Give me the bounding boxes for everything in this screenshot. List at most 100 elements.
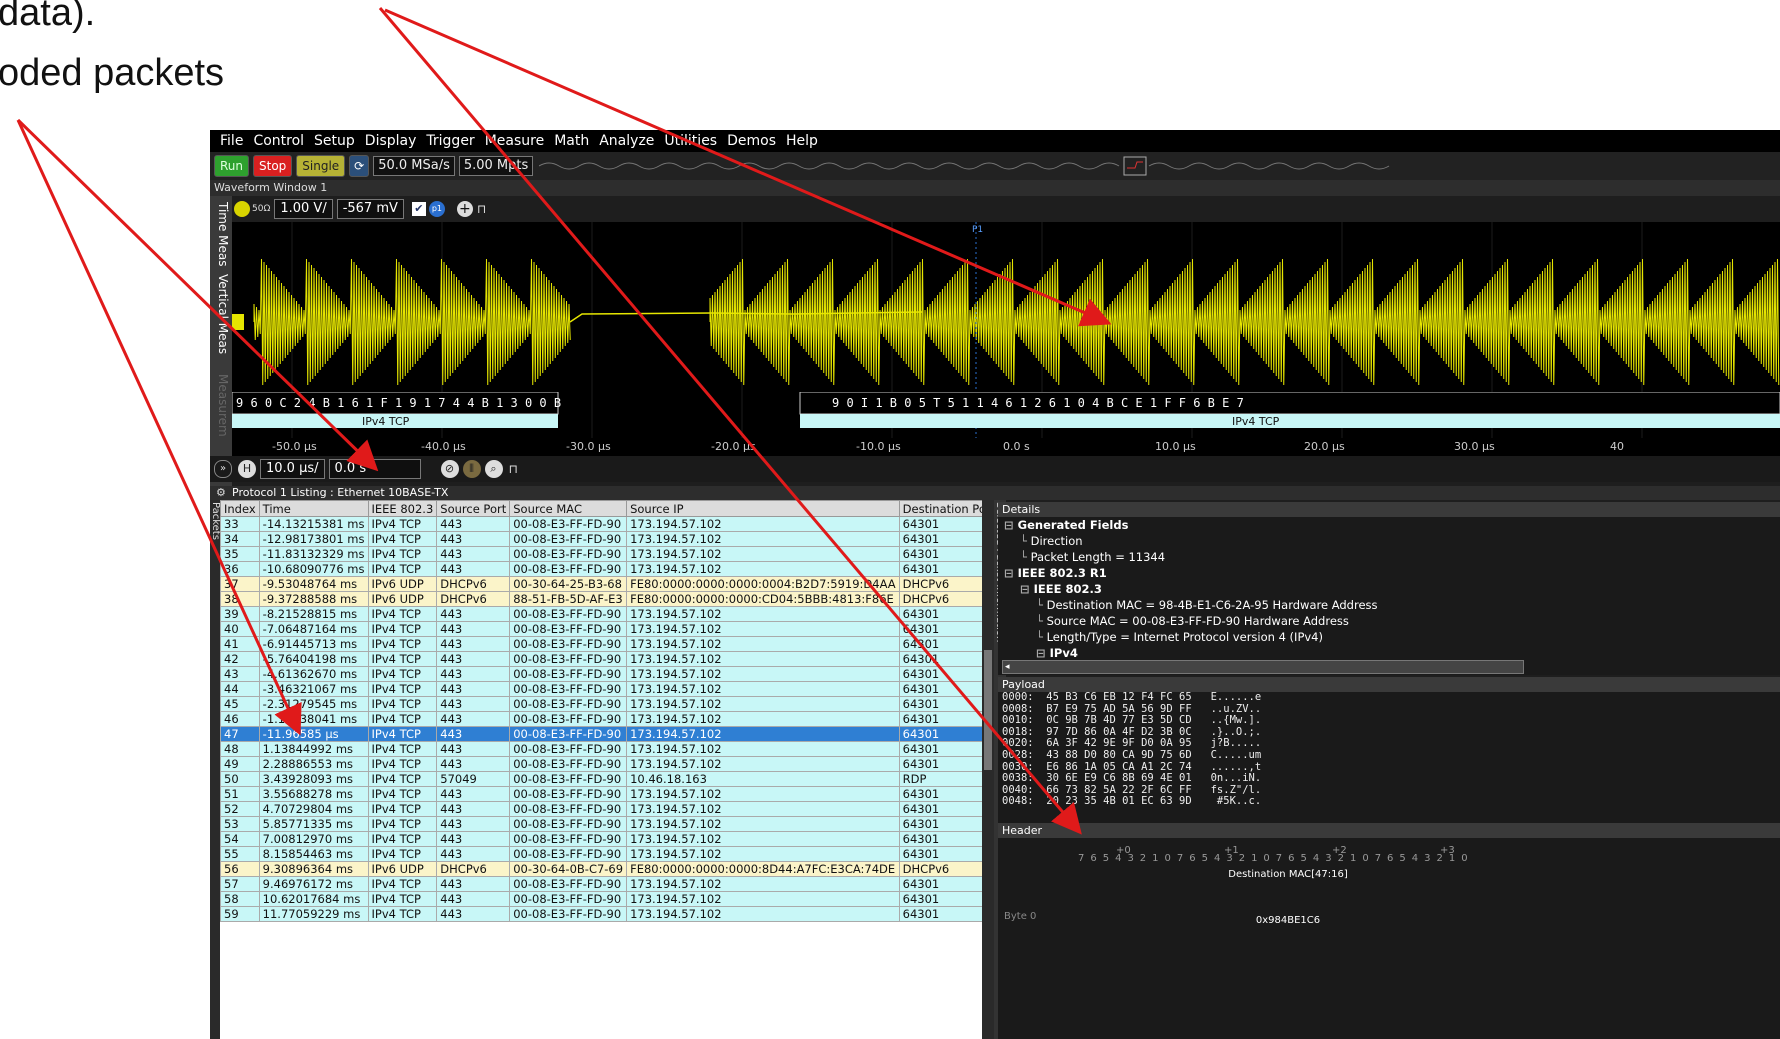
checkbox-icon[interactable]: ✔ xyxy=(411,202,426,216)
protocol-p1-icon[interactable]: p1 xyxy=(428,201,445,217)
packet-row[interactable]: 57 9.46976172 ms IPv4 TCP 443 00-08-E3-FF-FD… xyxy=(220,876,992,892)
tab-measurements[interactable]: Measurem xyxy=(212,374,230,437)
packet-row[interactable]: 39 -8.21528815 ms IPv4 TCP 443 00-08-E3-FF-F… xyxy=(220,606,992,622)
details-horizontal-scrollbar[interactable]: ◂ xyxy=(1002,660,1524,674)
listing-scroll-thumb[interactable] xyxy=(984,650,992,770)
protocol-decode-bus[interactable]: 9 6 0 C 2 4 B 1 6 1 F 1 9 1 7 4 4 B 1 3 … xyxy=(232,392,1780,438)
timeline-overview[interactable] xyxy=(539,156,1589,176)
packet-row[interactable]: 43 -4.61362670 ms IPv4 TCP 443 00-08-E3-FF-F… xyxy=(220,666,992,682)
details-tree-item[interactable]: ⊟ IEEE 802.3 R1 xyxy=(1004,565,1780,581)
menu-item-control[interactable]: Control xyxy=(253,133,304,149)
header-panel: Header +0 +1 +2 +3 765432107654321076543210… xyxy=(998,823,1780,1039)
single-button[interactable]: Single xyxy=(296,155,346,177)
details-tree-item[interactable]: └ Source MAC = 00-08-E3-FF-FD-90 Hardwar… xyxy=(1004,613,1780,629)
menu-item-math[interactable]: Math xyxy=(554,133,589,149)
packet-row[interactable]: 41 -6.91445713 ms IPv4 TCP 443 00-08-E3-FF-F… xyxy=(220,636,992,652)
horizontal-icon[interactable]: H xyxy=(238,460,256,478)
menu-item-setup[interactable]: Setup xyxy=(314,133,355,149)
vertical-offset-field[interactable]: -567 mV xyxy=(336,199,404,219)
packet-cell: 00-08-E3-FF-FD-90 xyxy=(509,681,628,697)
vertical-scale-field[interactable]: 1.00 V/ xyxy=(274,199,333,219)
column-header[interactable]: Destination Port xyxy=(898,500,992,517)
column-header[interactable]: Source MAC xyxy=(509,500,628,517)
packet-row[interactable]: 50 3.43928093 ms IPv4 TCP 57049 00-08-E3-FF-… xyxy=(220,771,992,787)
packet-cell: IPv6 UDP xyxy=(367,861,438,877)
packet-row[interactable]: 47 -11.96585 µs IPv4 TCP 443 00-08-E3-FF-FD-… xyxy=(220,726,992,742)
zoom-icon[interactable]: ⊘ xyxy=(440,460,459,478)
packet-row[interactable]: 38 -9.37288588 ms IPv6 UDP DHCPv6 88-51-FB-5… xyxy=(220,591,992,607)
timebase-field[interactable]: 10.0 µs/ xyxy=(260,459,325,479)
menu-item-help[interactable]: Help xyxy=(786,133,818,149)
stop-button[interactable]: Stop xyxy=(253,155,293,177)
packet-row[interactable]: 35 -11.83132329 ms IPv4 TCP 443 00-08-E3-FF-… xyxy=(220,546,992,562)
column-header[interactable]: Index xyxy=(220,500,260,517)
details-panel: Details ⊟ Generated Fields └ Direction └ P… xyxy=(998,502,1780,675)
packet-cell: 443 xyxy=(436,801,511,817)
packet-row[interactable]: 46 -1.16238041 ms IPv4 TCP 443 00-08-E3-FF-F… xyxy=(220,711,992,727)
packet-row[interactable]: 37 -9.53048764 ms IPv6 UDP DHCPv6 00-30-64-2… xyxy=(220,576,992,592)
packet-row[interactable]: 51 3.55688278 ms IPv4 TCP 443 00-08-E3-FF-FD… xyxy=(220,786,992,802)
packet-cell: 64301 xyxy=(898,651,992,667)
packet-row[interactable]: 59 11.77059229 ms IPv4 TCP 443 00-08-E3-FF-F… xyxy=(220,906,992,922)
packet-row[interactable]: 56 9.30896364 ms IPv6 UDP DHCPv6 00-30-64-0B… xyxy=(220,861,992,877)
menu-item-file[interactable]: File xyxy=(220,133,243,149)
pin-icon[interactable]: ⊓ xyxy=(509,462,518,476)
packet-row[interactable]: 58 10.62017684 ms IPv4 TCP 443 00-08-E3-FF-F… xyxy=(220,891,992,907)
search-icon[interactable]: ⌕ xyxy=(484,460,503,478)
run-button[interactable]: Run xyxy=(214,155,250,177)
column-header[interactable]: Source IP xyxy=(626,500,900,517)
column-header[interactable]: Source Port xyxy=(436,500,511,517)
details-tree-item[interactable]: └ Packet Length = 11344 xyxy=(1004,549,1780,565)
menu-item-display[interactable]: Display xyxy=(365,133,417,149)
menu-item-demos[interactable]: Demos xyxy=(727,133,776,149)
column-header[interactable]: Time xyxy=(258,500,369,517)
packet-row[interactable]: 42 -5.76404198 ms IPv4 TCP 443 00-08-E3-FF-F… xyxy=(220,651,992,667)
packet-cell: 443 xyxy=(436,546,511,562)
scroll-left-icon[interactable]: ◂ xyxy=(1005,662,1010,672)
details-tree-item[interactable]: ⊟ IPv4 xyxy=(1004,645,1780,661)
tab-time-meas[interactable]: Time Meas xyxy=(212,202,230,267)
tree-collapse-icon[interactable]: ⊟ xyxy=(1036,646,1050,660)
tree-collapse-icon[interactable]: ⊟ xyxy=(1004,566,1018,580)
expand-icon[interactable]: » xyxy=(214,460,232,478)
autoscale-icon[interactable]: ⟳ xyxy=(349,155,370,177)
menu-item-utilities[interactable]: Utilities xyxy=(664,133,717,149)
channel-1-icon[interactable] xyxy=(234,201,250,217)
details-tree-item[interactable]: └ Length/Type = Internet Protocol versio… xyxy=(1004,629,1780,645)
details-tree-item[interactable]: └ Direction xyxy=(1004,533,1780,549)
packet-row[interactable]: 52 4.70729804 ms IPv4 TCP 443 00-08-E3-FF-FD… xyxy=(220,801,992,817)
packet-row[interactable]: 53 5.85771335 ms IPv4 TCP 443 00-08-E3-FF-FD… xyxy=(220,816,992,832)
packet-row[interactable]: 49 2.28886553 ms IPv4 TCP 443 00-08-E3-FF-FD… xyxy=(220,756,992,772)
position-icon[interactable]: ⦀ xyxy=(462,460,481,478)
packet-row[interactable]: 48 1.13844992 ms IPv4 TCP 443 00-08-E3-FF-FD… xyxy=(220,741,992,757)
tab-vertical-meas[interactable]: Vertical Meas xyxy=(212,274,230,354)
packet-row[interactable]: 45 -2.31279545 ms IPv4 TCP 443 00-08-E3-FF-F… xyxy=(220,696,992,712)
menu-item-trigger[interactable]: Trigger xyxy=(426,133,474,149)
packet-row[interactable]: 54 7.00812970 ms IPv4 TCP 443 00-08-E3-FF-FD… xyxy=(220,831,992,847)
packet-row[interactable]: 36 -10.68090776 ms IPv4 TCP 443 00-08-E3-FF-… xyxy=(220,561,992,577)
settings-gear-icon[interactable]: ⚙ xyxy=(216,486,226,500)
listing-scrollbar[interactable] xyxy=(982,500,994,1039)
tree-collapse-icon[interactable]: ⊟ xyxy=(1020,582,1034,596)
packet-row[interactable]: 44 -3.46321067 ms IPv4 TCP 443 00-08-E3-FF-F… xyxy=(220,681,992,697)
delay-field[interactable]: 0.0 s xyxy=(328,459,421,479)
memory-depth-display[interactable]: 5.00 Mpts xyxy=(458,156,534,176)
details-tree-item[interactable]: └ Destination MAC = 98-4B-E1-C6-2A-95 Ha… xyxy=(1004,597,1780,613)
column-header[interactable]: IEEE 802.3 xyxy=(367,500,438,517)
packet-row[interactable]: 34 -12.98173801 ms IPv4 TCP 443 00-08-E3-FF-… xyxy=(220,531,992,547)
packet-cell: 10.46.18.163 xyxy=(626,771,900,787)
menu-item-analyze[interactable]: Analyze xyxy=(599,133,654,149)
sample-rate-display[interactable]: 50.0 MSa/s xyxy=(373,156,455,176)
menu-item-measure[interactable]: Measure xyxy=(485,133,545,149)
payload-panel: Payload 0000: 45 B3 C6 EB 12 F4 FC 65 E.… xyxy=(998,677,1780,823)
add-channel-icon[interactable]: + xyxy=(456,201,473,217)
packet-row[interactable]: 40 -7.06487164 ms IPv4 TCP 443 00-08-E3-FF-F… xyxy=(220,621,992,637)
pin-icon[interactable]: ⊓ xyxy=(477,202,486,216)
details-tree-item[interactable]: ⊟ Generated Fields xyxy=(1004,517,1780,533)
packet-cell: 54 xyxy=(220,831,260,847)
tree-collapse-icon[interactable]: ⊟ xyxy=(1004,518,1018,532)
details-tree-item[interactable]: ⊟ IEEE 802.3 xyxy=(1004,581,1780,597)
packet-row[interactable]: 55 8.15854463 ms IPv4 TCP 443 00-08-E3-FF-FD… xyxy=(220,846,992,862)
decode-bytes-right: 9 0 I 1 B 0 5 T 5 1 1 4 6 1 2 6 1 0 4 B … xyxy=(832,396,1244,410)
packet-row[interactable]: 33 -14.13215381 ms IPv4 TCP 443 00-08-E3-FF-… xyxy=(220,516,992,532)
